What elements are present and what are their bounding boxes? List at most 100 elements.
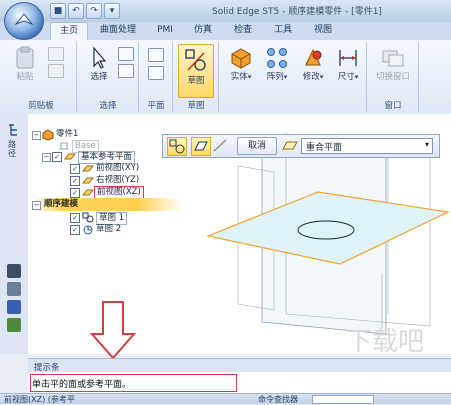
- plane-icon: [82, 189, 94, 196]
- coincident-plane-icon[interactable]: [148, 48, 164, 62]
- ordered-expand-toggle[interactable]: −: [32, 201, 41, 210]
- pattern-button[interactable]: 阵列▾: [260, 46, 294, 82]
- save-icon[interactable]: ■: [50, 3, 66, 19]
- select-tools-icon[interactable]: [118, 64, 134, 78]
- command-finder-label[interactable]: 命令查找器: [258, 394, 298, 405]
- pattern-icon: [267, 48, 287, 68]
- part-expand-toggle[interactable]: −: [32, 131, 41, 140]
- tab-tools[interactable]: 工具: [266, 22, 300, 39]
- front-plane-checkbox[interactable]: ✓: [70, 164, 80, 174]
- solid-button[interactable]: 实体▾: [224, 46, 258, 82]
- customize-qat-icon[interactable]: ▾: [104, 3, 120, 19]
- base-icon: [59, 142, 69, 150]
- sketch1-checkbox[interactable]: ✓: [70, 213, 80, 223]
- solid-icon: [231, 48, 251, 69]
- chevron-down-icon: ▾: [424, 140, 429, 149]
- sketch-button[interactable]: 草图: [178, 44, 214, 98]
- sensors-icon[interactable]: [7, 300, 21, 314]
- cut-icon[interactable]: [48, 47, 64, 61]
- dimension-button[interactable]: 尺寸▾: [332, 46, 364, 82]
- sketch2-checkbox[interactable]: ✓: [70, 225, 80, 235]
- features-group: 实体▾ 阵列▾ 修改▾ 尺寸▾: [220, 42, 367, 112]
- paste-label: 粘贴: [16, 72, 34, 82]
- tab-view[interactable]: 视图: [306, 22, 340, 39]
- right-plane-checkbox[interactable]: ✓: [70, 176, 80, 186]
- window-title: Solid Edge ST5 - 顺序建模零件 - [零件1]: [212, 7, 382, 17]
- clipboard-group-label: 剪贴板: [28, 101, 54, 111]
- coincident-plane-option-icon: [281, 138, 299, 153]
- title-bar: ■ ↶ ↷ ▾ Solid Edge ST5 - 顺序建模零件 - [零件1]: [0, 0, 451, 23]
- select-group: 选择 选择: [78, 42, 139, 112]
- left-rail: 路径: [0, 114, 29, 354]
- modify-icon: [305, 48, 322, 66]
- sketch-feature-icon: [82, 212, 94, 223]
- tab-pmi[interactable]: PMI: [150, 22, 180, 39]
- select-button[interactable]: 选择: [84, 46, 114, 82]
- ribbon-tabs: 主页 曲面处理 PMI 仿真 检查 工具 视图: [0, 22, 451, 41]
- sketch-step-icon[interactable]: [167, 137, 187, 156]
- paste-button[interactable]: 粘贴: [10, 46, 40, 82]
- plane-option-value: 重合平面: [306, 143, 343, 153]
- switch-window-label: 切换窗口: [375, 72, 410, 82]
- copy-icon[interactable]: [48, 64, 64, 78]
- layers-icon[interactable]: [7, 264, 21, 278]
- tree-ordered[interactable]: 顺序建模: [44, 199, 78, 210]
- select-filter-icon[interactable]: [118, 47, 134, 61]
- select-group-label: 选择: [99, 101, 117, 111]
- prompt-bar-header: 提示条: [28, 358, 451, 373]
- tab-inspect[interactable]: 检查: [226, 22, 260, 39]
- ref-planes-checkbox[interactable]: ✓: [52, 152, 62, 162]
- switch-window-button[interactable]: 切换窗口: [372, 46, 414, 82]
- svg-text:下载吧: 下载吧: [346, 327, 424, 354]
- select-label: 选择: [90, 72, 108, 82]
- sketch-label: 草图: [187, 76, 205, 86]
- status-selection: 前视图(XZ) (参考平: [4, 395, 75, 404]
- cancel-button[interactable]: 取消: [237, 137, 277, 155]
- clipboard-group: 粘贴 剪贴板: [6, 42, 77, 112]
- cursor-arrow-icon: [93, 46, 107, 69]
- ribbon: 粘贴 剪贴板 选择 选择 平面 草图 草图 实体▾ 阵列▾ 修改▾ 尺寸▾ 切换…: [0, 40, 451, 115]
- plane-icon: [82, 165, 94, 172]
- sketch-group-label: 草图: [187, 101, 205, 111]
- top-plane-checkbox[interactable]: ✓: [70, 188, 80, 198]
- prompt-text: 单击平的面或参考平面。: [32, 380, 132, 390]
- app-logo-icon: [14, 13, 34, 26]
- undo-icon[interactable]: ↶: [68, 3, 84, 19]
- plane-icon: [82, 177, 94, 184]
- redo-icon[interactable]: ↷: [86, 3, 102, 19]
- ref-planes-expand-toggle[interactable]: −: [42, 153, 51, 162]
- modify-button[interactable]: 修改▾: [296, 46, 330, 82]
- annotation-arrow-icon: [89, 301, 137, 360]
- dimension-label: 尺寸: [337, 72, 355, 82]
- application-button[interactable]: [4, 2, 44, 40]
- plane-option-select[interactable]: 重合平面 ▾: [301, 138, 433, 154]
- tab-simulation[interactable]: 仿真: [186, 22, 220, 39]
- path-finder-tab-icon[interactable]: [6, 122, 22, 138]
- prompt-bar: 单击平的面或参考平面。: [28, 372, 451, 393]
- status-bar: 前视图(XZ) (参考平 命令查找器: [0, 393, 451, 404]
- tree-sketch2[interactable]: 草图 2: [96, 224, 121, 235]
- plane-step-icon[interactable]: [191, 137, 211, 156]
- tab-surfacing[interactable]: 曲面处理: [92, 22, 144, 39]
- features-library-icon[interactable]: [7, 282, 21, 296]
- tree-front-plane[interactable]: 前视图(XY): [96, 163, 139, 174]
- tree-right-plane[interactable]: 右视图(YZ): [96, 175, 139, 186]
- teamcenter-icon[interactable]: [7, 318, 21, 332]
- switch-window-icon: [382, 50, 404, 67]
- ref-planes-icon: [64, 153, 76, 160]
- pattern-label: 阵列: [266, 72, 284, 82]
- sketch-in-progress-icon: [83, 225, 93, 235]
- path-finder-tab-label: 路径: [8, 140, 16, 158]
- paste-icon: [16, 46, 34, 69]
- sketch-icon: [185, 49, 206, 71]
- solid-label: 实体: [230, 72, 248, 82]
- parallel-plane-icon[interactable]: [148, 66, 164, 80]
- profile-step-icon[interactable]: [211, 137, 229, 154]
- plane-group: 平面: [140, 42, 173, 112]
- sketch-group: 草图 草图: [174, 42, 219, 112]
- tree-part[interactable]: 零件1: [56, 129, 78, 140]
- dimension-icon: [339, 50, 357, 66]
- part-icon: [42, 129, 54, 141]
- plane-group-label: 平面: [147, 101, 165, 111]
- tab-home[interactable]: 主页: [50, 22, 88, 40]
